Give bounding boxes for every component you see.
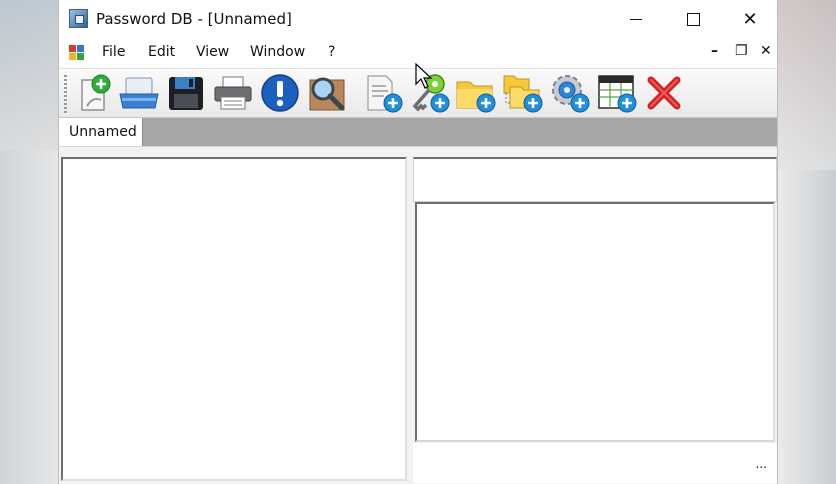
app-window: Password DB - [Unnamed] ✕ File Edit View… [58,0,778,484]
document-area: ... [59,146,777,484]
background-blur-left [0,0,62,150]
minimize-button[interactable] [613,0,659,38]
add-folder-icon [456,81,496,113]
tab-unnamed[interactable]: Unnamed [59,118,143,146]
add-subfolder-button[interactable] [502,72,544,114]
title-bar[interactable]: Password DB - [Unnamed] ✕ [59,0,777,38]
status-text: ... [755,457,767,471]
search-icon [309,77,345,111]
new-database-icon [81,74,111,111]
info-icon [261,74,299,112]
status-bar: ... [413,443,777,483]
add-table-icon [598,75,637,113]
menu-help[interactable]: ? [328,44,335,60]
mouse-cursor-icon [415,63,433,89]
background-blur-right [778,0,836,170]
entry-header-pane[interactable] [413,157,777,202]
info-button[interactable] [259,72,301,114]
add-entry-button[interactable] [362,72,404,114]
close-button[interactable]: ✕ [727,0,773,38]
save-button[interactable] [165,72,207,114]
add-table-button[interactable] [596,72,638,114]
print-icon [214,76,252,110]
menu-edit[interactable]: Edit [148,44,175,60]
toolbar-grip[interactable] [64,75,67,113]
open-database-button[interactable] [118,72,160,114]
entry-list-pane[interactable] [415,202,775,442]
add-settings-button[interactable] [549,72,591,114]
delete-icon [647,76,681,110]
menu-window[interactable]: Window [250,44,305,60]
new-database-button[interactable] [71,72,113,114]
add-settings-icon [552,75,590,113]
app-icon [69,9,88,28]
window-title: Password DB - [Unnamed] [96,10,292,28]
maximize-icon [686,12,700,26]
document-window-icon[interactable] [69,45,87,62]
menu-file[interactable]: File [102,44,125,60]
print-button[interactable] [212,72,254,114]
close-icon: ✕ [742,8,758,30]
mdi-restore-button[interactable]: ❐ [735,43,748,59]
mdi-minimize-button[interactable]: – [711,43,718,59]
toolbar [59,63,777,118]
add-folder-button[interactable] [455,72,497,114]
search-button[interactable] [306,72,348,114]
delete-button[interactable] [643,72,685,114]
minimize-icon [630,18,642,20]
menu-view[interactable]: View [196,44,229,60]
pane-splitter[interactable] [407,155,413,483]
add-subfolder-icon [503,75,543,113]
open-database-icon [119,77,159,109]
mdi-close-button[interactable]: ✕ [760,43,772,59]
document-tab-bar: Unnamed [59,118,777,146]
add-entry-icon [367,75,403,113]
save-icon [169,77,203,110]
folder-tree-pane[interactable] [61,157,407,481]
maximize-button[interactable] [670,0,716,38]
